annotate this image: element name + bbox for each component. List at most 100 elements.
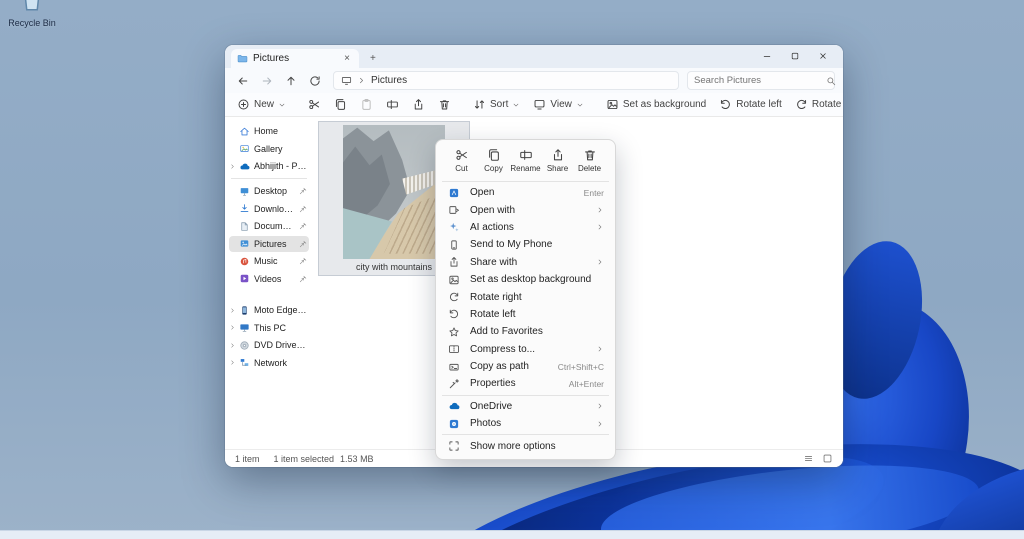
- tab-close-icon[interactable]: ×: [341, 53, 353, 65]
- recycle-bin-label: Recycle Bin: [8, 18, 56, 28]
- taskbar[interactable]: [0, 530, 1024, 539]
- search-icon: [826, 76, 836, 86]
- context-menu-divider: [442, 434, 609, 436]
- new-button[interactable]: New: [231, 95, 292, 114]
- wallpaper-icon: [447, 274, 461, 286]
- rotate-left-button[interactable]: Rotate left: [713, 95, 788, 114]
- maximize-button[interactable]: [781, 45, 809, 66]
- view-button[interactable]: View: [527, 95, 590, 114]
- sidebar-item-label: Documents: [254, 221, 295, 231]
- forward-button[interactable]: [257, 72, 277, 90]
- chevron-expand-icon[interactable]: [229, 359, 236, 366]
- sidebar-item-desktop[interactable]: Desktop: [229, 183, 309, 199]
- show-more-icon: [447, 440, 461, 452]
- sidebar-item-moto-edge-50-neo[interactable]: Moto Edge 50 Neo: [229, 302, 309, 318]
- rename-icon: [519, 148, 533, 162]
- breadcrumb[interactable]: Pictures: [333, 71, 679, 90]
- context-menu-item-rotate-left[interactable]: Rotate left: [440, 306, 611, 323]
- recycle-bin-shortcut[interactable]: Recycle Bin: [4, 0, 60, 28]
- chevron-expand-icon[interactable]: [229, 342, 236, 349]
- share-button[interactable]: [406, 95, 431, 114]
- context-menu-item-compress-to[interactable]: Compress to...: [440, 341, 611, 358]
- context-menu-item-properties[interactable]: Properties Alt+Enter: [440, 375, 611, 392]
- context-menu-item-show-more-options[interactable]: Show more options: [440, 437, 611, 454]
- sidebar-item-onedrive-personal[interactable]: Abhijith - Personal: [229, 158, 309, 174]
- up-button[interactable]: [281, 72, 301, 90]
- copy-button[interactable]: [328, 95, 353, 114]
- sidebar-item-this-pc[interactable]: This PC: [229, 320, 309, 336]
- back-button[interactable]: [233, 72, 253, 90]
- sidebar-item-downloads[interactable]: Downloads: [229, 201, 309, 217]
- refresh-button[interactable]: [305, 72, 325, 90]
- sidebar-item-documents[interactable]: Documents: [229, 218, 309, 234]
- sort-button[interactable]: Sort: [467, 95, 526, 114]
- search-input[interactable]: [694, 75, 826, 86]
- context-menu-item-photos[interactable]: Photos: [440, 415, 611, 432]
- command-toolbar: New Sort View Set as background Rotate left R…: [225, 93, 843, 117]
- properties-icon: [447, 378, 461, 390]
- context-quick-share-button[interactable]: Share: [542, 145, 573, 176]
- paste-button[interactable]: [354, 95, 379, 114]
- sidebar-item-label: Music: [254, 256, 278, 266]
- menu-item-label: Open with: [470, 204, 516, 216]
- context-menu-item-copy-as-path[interactable]: Copy as path Ctrl+Shift+C: [440, 358, 611, 375]
- rename-button[interactable]: [380, 95, 405, 114]
- tab-pictures[interactable]: Pictures ×: [231, 49, 359, 68]
- sidebar-item-label: Gallery: [254, 143, 283, 154]
- sidebar-item-gallery[interactable]: Gallery: [229, 141, 309, 157]
- context-menu-item-onedrive[interactable]: OneDrive: [440, 398, 611, 415]
- share-icon: [447, 256, 461, 268]
- chevron-expand-icon[interactable]: [229, 307, 236, 314]
- context-menu-item-ai-actions[interactable]: AI actions: [440, 219, 611, 236]
- music-icon: [239, 256, 250, 267]
- submenu-chevron-icon: [596, 258, 604, 266]
- context-quick-delete-button[interactable]: Delete: [574, 145, 605, 176]
- delete-button[interactable]: [432, 95, 457, 114]
- new-label: New: [254, 99, 275, 110]
- selection-size: 1.53 MB: [340, 453, 374, 464]
- chevron-expand-icon[interactable]: [229, 163, 236, 170]
- menu-item-label: OneDrive: [470, 400, 513, 412]
- window-close-button[interactable]: [809, 45, 837, 66]
- menu-item-label: Share with: [470, 256, 518, 268]
- menu-item-label: Compress to...: [470, 343, 536, 355]
- quick-action-label: Share: [546, 164, 569, 173]
- context-quick-rename-button[interactable]: Rename: [510, 145, 541, 176]
- rotate-left-icon: [447, 308, 461, 320]
- sidebar-item-videos[interactable]: Videos: [229, 271, 309, 287]
- sidebar-item-label: Home: [254, 126, 279, 136]
- sidebar-item-dvd-drive[interactable]: DVD Drive (D:) CCC: [229, 337, 309, 353]
- sidebar-divider: [231, 178, 307, 179]
- menu-item-shortcut: Enter: [583, 187, 604, 198]
- details-view-toggle-icon[interactable]: [803, 453, 814, 464]
- context-menu-item-share-with[interactable]: Share with: [440, 254, 611, 271]
- context-quick-copy-button[interactable]: Copy: [478, 145, 509, 176]
- context-menu-item-rotate-right[interactable]: Rotate right: [440, 288, 611, 305]
- context-menu-item-set-as-desktop-background[interactable]: Set as desktop background: [440, 271, 611, 288]
- sidebar-item-home[interactable]: Home: [229, 123, 309, 139]
- quick-action-label: Cut: [455, 164, 468, 173]
- chevron-expand-icon[interactable]: [229, 324, 236, 331]
- minimize-button[interactable]: [753, 45, 781, 66]
- context-menu: Cut Copy Rename Share Delete Open Enter Open w…: [435, 139, 616, 460]
- context-quick-cut-button[interactable]: Cut: [446, 145, 477, 176]
- cut-icon: [308, 98, 321, 111]
- sidebar-item-pictures[interactable]: Pictures: [229, 235, 309, 252]
- set-as-background-button[interactable]: Set as background: [600, 95, 712, 114]
- sidebar-item-network[interactable]: Network: [229, 355, 309, 371]
- thumbnail-view-toggle-icon[interactable]: [822, 453, 833, 464]
- chevron-down-icon: [512, 101, 520, 109]
- sidebar-item-label: Moto Edge 50 Neo: [254, 305, 307, 315]
- context-menu-item-open-with[interactable]: Open with: [440, 201, 611, 218]
- cut-button[interactable]: [302, 95, 327, 114]
- context-menu-item-open[interactable]: Open Enter: [440, 184, 611, 201]
- context-menu-item-send-to-my-phone[interactable]: Send to My Phone: [440, 236, 611, 253]
- search-box[interactable]: [687, 71, 836, 90]
- recycle-bin-icon: [20, 0, 44, 17]
- context-menu-item-add-to-favorites[interactable]: Add to Favorites: [440, 323, 611, 340]
- sidebar-item-music[interactable]: Music: [229, 253, 309, 269]
- desktop: Recycle Bin Pictures × + Pictures Search…: [0, 0, 1024, 539]
- new-tab-button[interactable]: +: [367, 53, 379, 65]
- rotate-right-button[interactable]: Rotate right: [789, 95, 843, 114]
